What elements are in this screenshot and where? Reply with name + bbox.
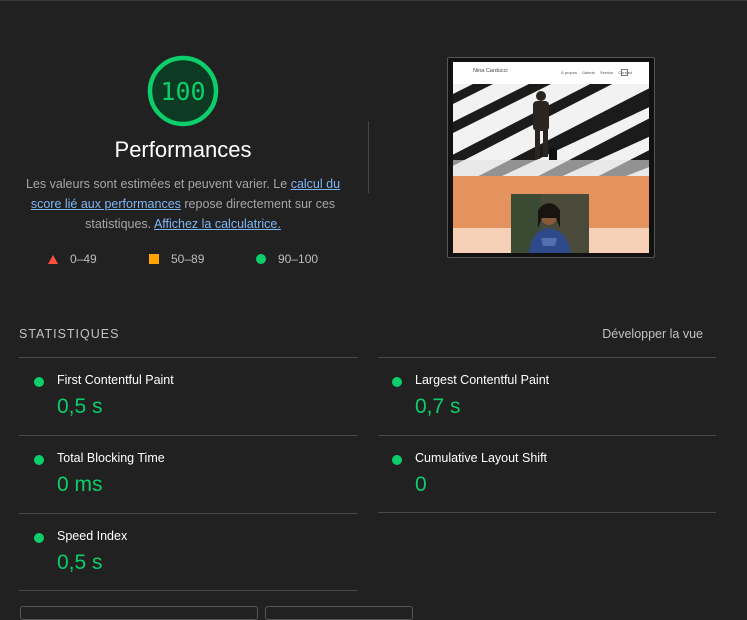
metric-divider	[19, 357, 358, 358]
category-title: Performances	[114, 137, 252, 162]
calculator-link[interactable]: Affichez la calculatrice.	[154, 217, 281, 231]
pass-circle-icon	[34, 455, 44, 465]
bottom-filter-button[interactable]	[265, 606, 413, 620]
thumbnail-portrait-image	[511, 194, 589, 253]
top-divider	[0, 0, 747, 1]
metric-label: Cumulative Layout Shift	[415, 451, 548, 465]
pass-circle-icon	[392, 377, 402, 387]
thumbnail-hero-image	[453, 84, 649, 176]
thumbnail-nav-link: Galerie	[582, 70, 595, 75]
pass-circle-icon	[34, 533, 44, 543]
metric-value: 0 ms	[57, 473, 103, 496]
legend-range: 90–100	[278, 252, 319, 266]
thumbnail-nav-link: Service	[599, 70, 614, 75]
metric-divider	[19, 590, 358, 591]
thumbnail-instagram-icon	[621, 69, 628, 76]
thumbnail-brand: Nina Carducci	[473, 68, 508, 74]
metric-label: Largest Contentful Paint	[415, 373, 550, 387]
metric-value: 0,7 s	[415, 395, 461, 418]
pass-circle-icon	[256, 254, 266, 264]
vertical-divider	[368, 121, 369, 193]
legend-item-pass: 90–100	[256, 250, 318, 268]
bottom-filter-button[interactable]	[20, 606, 258, 620]
expand-view-toggle[interactable]: Développer la vue	[602, 327, 703, 341]
portrait-photo	[511, 194, 589, 253]
thumbnail-page: Nina Carducci À propos Galerie Service C…	[453, 62, 649, 253]
metric-label: First Contentful Paint	[57, 373, 174, 387]
average-square-icon	[149, 254, 159, 264]
page-screenshot-thumbnail[interactable]: Nina Carducci À propos Galerie Service C…	[447, 57, 655, 258]
thumbnail-nav-link: À propos	[561, 70, 578, 75]
metric-divider	[19, 435, 358, 436]
metric-divider	[378, 512, 716, 513]
pass-circle-icon	[392, 455, 402, 465]
pass-circle-icon	[34, 377, 44, 387]
legend-range: 50–89	[171, 252, 205, 266]
description-text-1: Les valeurs sont estimées et peuvent var…	[25, 177, 291, 191]
performance-score: 100	[160, 76, 206, 106]
score-legend: 0–49 50–89 90–100	[0, 250, 360, 268]
metric-value: 0,5 s	[57, 551, 103, 574]
score-description: Les valeurs sont estimées et peuvent var…	[25, 174, 341, 234]
metric-divider	[19, 513, 358, 514]
metric-value: 0,5 s	[57, 395, 103, 418]
metric-value: 0	[415, 473, 427, 496]
legend-item-fail: 0–49	[48, 250, 97, 268]
metric-label: Total Blocking Time	[57, 451, 165, 465]
metric-divider	[378, 357, 716, 358]
legend-item-average: 50–89	[149, 250, 204, 268]
thumbnail-navbar: Nina Carducci À propos Galerie Service C…	[453, 62, 649, 84]
metric-label: Speed Index	[57, 529, 128, 543]
metric-divider	[378, 435, 716, 436]
fail-triangle-icon	[48, 254, 58, 264]
statistics-heading: STATISTIQUES	[19, 327, 120, 341]
legend-range: 0–49	[70, 252, 97, 266]
hero-stripes-image	[453, 84, 649, 176]
